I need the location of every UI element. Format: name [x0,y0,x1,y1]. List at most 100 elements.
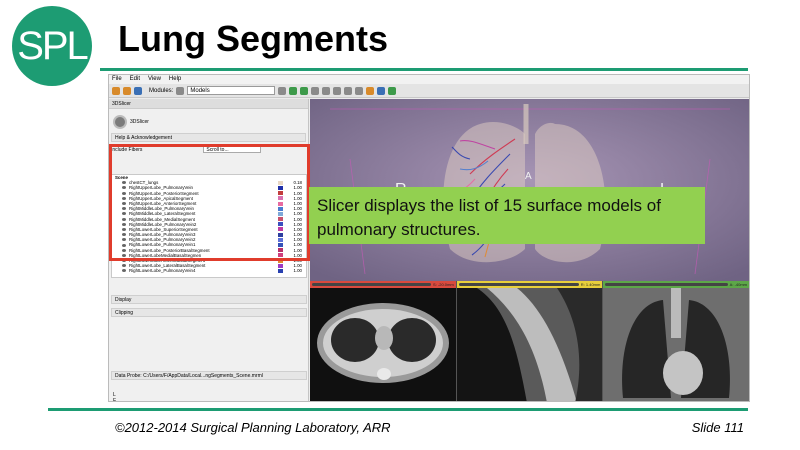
clipping-section[interactable]: Clipping [111,308,307,317]
model-color-swatch[interactable] [278,185,283,190]
load-dicom-icon[interactable] [123,86,131,95]
green-slice-slider[interactable] [605,283,728,286]
help-section[interactable]: Help & Acknowledgement [111,133,306,142]
model-color-swatch[interactable] [278,180,283,185]
panel-header: 3DSlicer [109,99,308,109]
visibility-eye-icon[interactable] [122,259,126,263]
menu-help[interactable]: Help [169,75,181,84]
model-color-swatch[interactable] [278,263,283,268]
visibility-eye-icon[interactable] [122,248,126,252]
module-logo-label: 3DSlicer [130,119,149,125]
include-fibers-label[interactable]: Include Fibers [111,147,142,153]
visibility-eye-icon[interactable] [122,253,126,257]
model-color-swatch[interactable] [278,211,283,216]
mouse-mode-icon[interactable] [311,86,320,95]
menu-file[interactable]: File [112,75,122,84]
logo-text: SPL [17,23,89,68]
visibility-eye-icon[interactable] [122,207,126,211]
footer-rule [48,408,748,411]
model-color-swatch[interactable] [278,253,283,258]
visibility-eye-icon[interactable] [122,233,126,237]
history-forward-icon[interactable] [289,86,298,95]
green-slice-bar[interactable]: A: -40mm [603,281,749,288]
probe-values: L F I [113,392,117,402]
search-icon[interactable] [176,86,185,95]
menu-view[interactable]: View [148,75,161,84]
extension-icon[interactable] [377,86,386,95]
module-selector[interactable]: Models [187,86,276,95]
fiducial-icon[interactable] [355,86,364,95]
model-color-swatch[interactable] [278,243,283,248]
model-color-swatch[interactable] [278,248,283,253]
filter-row: Include Fibers Scroll to... [111,145,306,154]
spl-logo: SPL [12,6,92,86]
python-icon[interactable] [388,86,397,95]
model-color-swatch[interactable] [278,237,283,242]
load-data-icon[interactable] [112,86,120,95]
modules-label: Modules: [149,87,174,94]
slide-number: Slide 111 [691,420,744,435]
module-panel: 3DSlicer 3DSlicer Help & Acknowledgement… [109,99,309,401]
model-color-swatch[interactable] [278,196,283,201]
visibility-eye-icon[interactable] [122,264,126,268]
visibility-eye-icon[interactable] [122,191,126,195]
model-color-swatch[interactable] [278,222,283,227]
place-icon[interactable] [366,86,375,95]
axial-ct-image [317,303,449,383]
model-color-swatch[interactable] [278,268,283,273]
visibility-eye-icon[interactable] [122,202,126,206]
model-color-swatch[interactable] [278,176,283,180]
model-name: RightLowerLobe_PulmonaryVein4 [129,268,196,274]
model-color-swatch[interactable] [278,201,283,206]
probe-value-f: F [113,398,117,402]
sagittal-ct-image [456,288,603,401]
scroll-to-input[interactable]: Scroll to... [203,146,262,153]
model-row[interactable]: RightLowerLobe_PulmonaryVein4 1.00 [112,268,306,273]
layout-icon[interactable] [322,86,331,95]
visibility-eye-icon[interactable] [122,222,126,226]
title-rule [100,68,748,71]
yellow-slice-bar[interactable]: R: 1.40mm [456,281,603,288]
history-back-icon[interactable] [278,86,287,95]
module-logo: 3DSlicer [113,115,308,129]
yellow-slice-slider[interactable] [458,283,579,286]
toolbar: Modules: Models [109,84,749,98]
save-icon[interactable] [134,86,142,95]
red-slice-readout: S: -20.0mm [433,282,454,287]
model-color-swatch[interactable] [278,191,283,196]
model-color-swatch[interactable] [278,258,283,263]
green-slice-readout: A: -40mm [729,282,748,287]
yellow-slice-readout: R: 1.40mm [580,282,601,287]
model-opacity[interactable]: 1.00 [288,268,302,273]
yellow-slice-view[interactable]: R: 1.40mm [456,281,603,401]
slicer-logo-icon [113,115,127,129]
model-color-swatch[interactable] [278,227,283,232]
green-slice-view[interactable]: A: -40mm [603,281,749,401]
red-slice-view[interactable]: S: -20.0mm [310,281,456,401]
crosshair-icon[interactable] [344,86,353,95]
visibility-eye-icon[interactable] [122,217,126,221]
model-color-swatch[interactable] [278,217,283,222]
visibility-eye-icon[interactable] [122,238,126,242]
display-section[interactable]: Display [111,295,307,304]
visibility-eye-icon[interactable] [122,243,126,247]
visibility-eye-icon[interactable] [122,196,126,200]
visibility-eye-icon[interactable] [122,186,126,190]
reload-icon[interactable] [300,86,309,95]
ruler-icon[interactable] [333,86,342,95]
red-slice-bar[interactable]: S: -20.0mm [310,281,456,288]
callout-box: Slicer displays the list of 15 surface m… [309,187,705,244]
visibility-eye-icon[interactable] [122,212,126,216]
data-probe[interactable]: Data Probe: C:/Users/F/AppData/Local...n… [111,371,307,380]
red-slice-slider[interactable] [312,283,431,286]
copyright-footer: ©2012-2014 Surgical Planning Laboratory,… [115,420,391,435]
model-hierarchy-list[interactable]: Scene chestCT_lungs 0.18 RightUpperLobe_Pul… [111,174,307,278]
orientation-a: A [525,171,532,182]
model-color-swatch[interactable] [278,206,283,211]
visibility-eye-icon[interactable] [122,227,126,231]
model-color-swatch[interactable] [278,232,283,237]
visibility-eye-icon[interactable] [122,181,126,185]
menu-edit[interactable]: Edit [130,75,140,84]
coronal-ct-image [603,288,749,401]
visibility-eye-icon[interactable] [122,269,126,273]
